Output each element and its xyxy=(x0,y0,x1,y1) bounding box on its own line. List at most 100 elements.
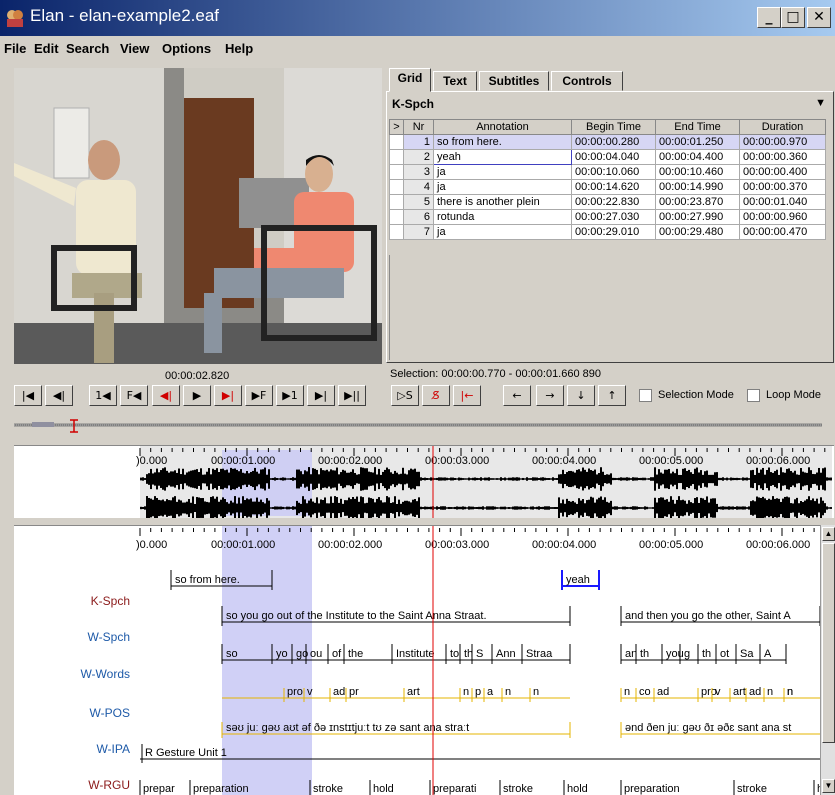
col-begin[interactable]: Begin Time xyxy=(571,119,656,135)
video-frame xyxy=(14,68,382,364)
timeline-scrollbar[interactable]: ▲ ▼ xyxy=(820,525,835,795)
menu-edit[interactable]: Edit xyxy=(34,41,59,56)
previous-scroll-button[interactable]: ◀| xyxy=(45,385,73,406)
menu-bar: File Edit Search View Options Help xyxy=(0,36,835,60)
next-pixel-button[interactable]: ▶| xyxy=(214,385,242,406)
scroll-thumb[interactable] xyxy=(822,543,835,743)
tier-label-w-words[interactable]: W-Words xyxy=(24,667,130,681)
row-end: 00:00:14.990 xyxy=(655,179,740,195)
minimize-button[interactable]: _ xyxy=(757,7,781,28)
annotation-word: Sa xyxy=(740,648,754,660)
table-row[interactable]: 1 so from here. 00:00:00.280 00:00:01.25… xyxy=(389,134,826,150)
menu-help[interactable]: Help xyxy=(225,41,253,56)
annotation-pos: pro xyxy=(287,686,303,698)
time-tick-label: 00:00:02.000 xyxy=(318,539,382,551)
annotation-rgph: stroke xyxy=(313,783,343,795)
row-begin: 00:00:14.620 xyxy=(571,179,656,195)
selection-begin-button[interactable]: |← xyxy=(453,385,481,406)
col-nr[interactable]: Nr xyxy=(403,119,434,135)
row-begin: 00:00:27.030 xyxy=(571,209,656,225)
tier-label-k-spch[interactable]: K-Spch xyxy=(24,594,130,608)
table-row[interactable]: 5 there is another plein 00:00:22.830 00… xyxy=(389,194,826,210)
tier-up-button[interactable]: ↑ xyxy=(598,385,626,406)
annotation-pos: ad xyxy=(657,686,669,698)
timeline-viewer[interactable]: )0.000 00:00:01.000 00:00:02.000 00:00:03.0… xyxy=(14,525,820,795)
maximize-button[interactable]: □ xyxy=(781,7,805,28)
annotation-pos: n xyxy=(533,686,539,698)
table-row[interactable]: 4 ja 00:00:14.620 00:00:14.990 00:00:00.… xyxy=(389,179,826,195)
row-annotation[interactable]: there is another plein xyxy=(433,194,572,210)
annotation-rgu: R Gesture Unit 1 xyxy=(145,747,227,759)
row-end: 00:00:29.480 xyxy=(655,224,740,240)
tab-controls[interactable]: Controls xyxy=(551,71,623,91)
tier-label-w-spch[interactable]: W-Spch xyxy=(24,630,130,644)
next-annotation-button[interactable]: → xyxy=(536,385,564,406)
row-annotation[interactable]: ja xyxy=(433,224,572,240)
row-annotation[interactable]: ja xyxy=(433,164,572,180)
table-row[interactable]: 7 ja 00:00:29.010 00:00:29.480 00:00:00.… xyxy=(389,224,826,240)
clear-selection-button[interactable]: S̸ xyxy=(422,385,450,406)
selection-mode-checkbox[interactable] xyxy=(639,389,652,402)
video-player[interactable] xyxy=(14,68,382,364)
row-duration: 00:00:01.040 xyxy=(739,194,826,210)
tier-dropdown[interactable]: K-Spch ▼ xyxy=(386,93,834,115)
annotation-word: an xyxy=(625,648,637,660)
loop-mode-checkbox[interactable] xyxy=(747,389,760,402)
time-tick-label: 00:00:03.000 xyxy=(425,455,489,467)
annotation-pos: n xyxy=(787,686,793,698)
row-annotation[interactable]: rotunda xyxy=(433,209,572,225)
menu-search[interactable]: Search xyxy=(66,41,109,56)
previous-annotation-button[interactable]: ← xyxy=(503,385,531,406)
row-end: 00:00:27.990 xyxy=(655,209,740,225)
row-marker xyxy=(389,224,404,240)
row-nr: 7 xyxy=(403,224,434,240)
close-button[interactable]: ✕ xyxy=(807,7,831,28)
row-annotation[interactable]: so from here. xyxy=(433,134,572,150)
annotation-word: A xyxy=(764,648,772,660)
scroll-down-icon[interactable]: ▼ xyxy=(822,779,835,793)
annotation-word: you xyxy=(666,648,684,660)
waveform-viewer[interactable]: )0.000 00:00:01.000 00:00:02.000 00:00:03.0… xyxy=(14,445,834,520)
annotation-rgph: preparati xyxy=(433,783,476,795)
play-button[interactable]: ▶ xyxy=(183,385,211,406)
overview-ruler[interactable] xyxy=(14,419,822,433)
tab-subtitles[interactable]: Subtitles xyxy=(479,71,549,91)
table-row[interactable]: 3 ja 00:00:10.060 00:00:10.460 00:00:00.… xyxy=(389,164,826,180)
grid-empty-area xyxy=(389,255,829,360)
play-selection-button[interactable]: ▷S xyxy=(391,385,419,406)
row-duration: 00:00:00.470 xyxy=(739,224,826,240)
tab-text[interactable]: Text xyxy=(433,71,477,91)
elan-app-icon[interactable] xyxy=(5,8,25,28)
previous-pixel-button[interactable]: ◀| xyxy=(152,385,180,406)
tab-grid[interactable]: Grid xyxy=(389,68,431,92)
go-to-end-button[interactable]: ▶|| xyxy=(338,385,366,406)
menu-view[interactable]: View xyxy=(120,41,149,56)
row-annotation[interactable]: ja xyxy=(433,179,572,195)
previous-frame-button[interactable]: F◀ xyxy=(120,385,148,406)
col-annotation[interactable]: Annotation xyxy=(433,119,572,135)
menu-options[interactable]: Options xyxy=(162,41,211,56)
col-duration[interactable]: Duration xyxy=(739,119,826,135)
tier-label-w-ipa[interactable]: W-IPA xyxy=(24,742,130,756)
col-marker[interactable]: > xyxy=(389,119,404,135)
annotation-k-spch-2: yeah xyxy=(566,574,590,586)
next-second-button[interactable]: ▶1 xyxy=(276,385,304,406)
scroll-up-icon[interactable]: ▲ xyxy=(822,527,835,541)
row-marker xyxy=(389,194,404,210)
tier-label-w-rgu[interactable]: W-RGU xyxy=(24,778,130,792)
table-row[interactable]: 6 rotunda 00:00:27.030 00:00:27.990 00:0… xyxy=(389,209,826,225)
row-annotation[interactable]: yeah xyxy=(433,149,572,165)
tier-down-button[interactable]: ↓ xyxy=(567,385,595,406)
col-end[interactable]: End Time xyxy=(655,119,740,135)
table-row[interactable]: 2 yeah 00:00:04.040 00:00:04.400 00:00:0… xyxy=(389,149,826,165)
row-nr: 1 xyxy=(403,134,434,150)
tier-label-w-pos[interactable]: W-POS xyxy=(24,706,130,720)
annotation-ipa-2: ənd ðen juː gəʊ ðɪ əðɛ sant ana st xyxy=(625,722,791,734)
go-to-begin-button[interactable]: |◀ xyxy=(14,385,42,406)
time-tick-label: 00:00:05.000 xyxy=(639,539,703,551)
previous-second-button[interactable]: 1◀ xyxy=(89,385,117,406)
menu-file[interactable]: File xyxy=(4,41,26,56)
next-scroll-button[interactable]: ▶| xyxy=(307,385,335,406)
row-marker xyxy=(389,134,404,150)
next-frame-button[interactable]: ▶F xyxy=(245,385,273,406)
